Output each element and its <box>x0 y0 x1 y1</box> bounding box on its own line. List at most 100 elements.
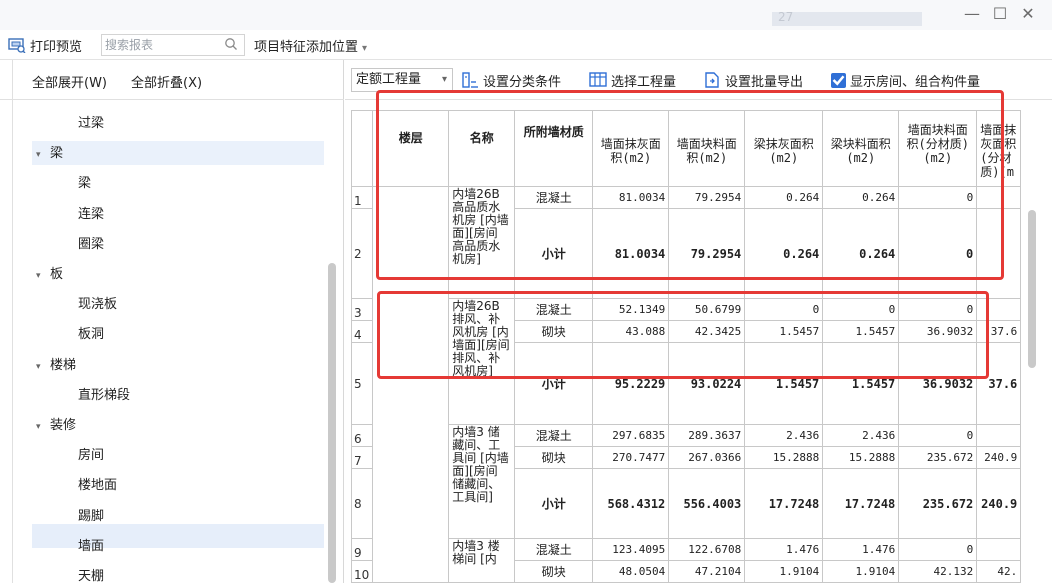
tree-item-label: 楼梯 <box>50 358 77 373</box>
batch-export-button[interactable]: 设置批量导出 <box>703 70 803 90</box>
quantity-type-select[interactable]: 定额工程量 ▾ <box>351 68 453 92</box>
left-strip <box>0 100 13 583</box>
set-classification-label: 设置分类条件 <box>483 74 562 90</box>
value-cell: 235.672 <box>898 468 978 539</box>
collapse-all-link[interactable]: 全部折叠(X) <box>131 72 202 91</box>
expand-all-link[interactable]: 全部展开(W) <box>32 72 107 91</box>
tree-group[interactable]: ▾ 梁 <box>36 142 63 166</box>
tree-item[interactable]: 楼地面 <box>78 474 117 498</box>
table-row[interactable]: 9 内墙3 楼梯间 [内 混凝土 123.4095 122.6708 1.476… <box>350 538 1022 583</box>
close-button[interactable]: ✕ <box>1016 2 1040 26</box>
tree-item[interactable]: 梁 <box>78 172 91 196</box>
value-cell: 37.6 <box>976 320 1022 343</box>
batch-export-label: 设置批量导出 <box>725 74 804 90</box>
chevron-down-icon[interactable]: ▾ <box>36 355 50 379</box>
row-number: 4 <box>350 320 374 343</box>
tree-item-label: 直形梯段 <box>78 388 131 403</box>
quantity-table: 楼层 名称 所附墙材质 墙面抹灰面积(m2) 墙面块料面积(m2) 梁抹灰面积(… <box>350 110 1022 583</box>
material-cell: 砌块 <box>514 446 594 469</box>
table-row[interactable]: 1 内墙26B 高品质水机房 [内墙面][房间 高品质水机房] 混凝土 81.0… <box>350 186 1022 583</box>
tree-item[interactable]: 房间 <box>78 444 104 468</box>
value-cell: 123.4095 <box>592 538 670 561</box>
value-cell <box>976 424 1022 447</box>
tree-item[interactable]: 天棚 <box>78 565 104 583</box>
value-cell: 37.6 <box>976 342 1022 425</box>
header-beam-plaster-area[interactable]: 梁抹灰面积(m2) <box>744 110 824 187</box>
header-wall-material[interactable]: 所附墙材质 <box>514 110 594 187</box>
header-floor[interactable]: 楼层 <box>372 110 450 187</box>
value-cell: 1.5457 <box>744 342 824 425</box>
tree-item-label: 圈梁 <box>78 237 105 252</box>
row-number: 2 <box>350 208 374 299</box>
grid-scrollbar[interactable] <box>1028 210 1036 368</box>
name-cell: 内墙26B 排风、补风机房 [内墙面][房间 排风、补风机房] <box>448 298 516 425</box>
value-cell: 47.2104 <box>668 560 746 583</box>
name-cell: 内墙3 楼梯间 [内 <box>448 538 516 583</box>
value-cell: 93.0224 <box>668 342 746 425</box>
chevron-down-icon[interactable]: ▾ <box>36 264 50 288</box>
chevron-down-icon: ▾ <box>441 74 447 85</box>
material-cell: 混凝土 <box>514 186 594 209</box>
feature-position-dropdown[interactable]: 项目特征添加位置 ▾ <box>254 36 367 55</box>
tree-item[interactable]: 踢脚 <box>78 505 104 529</box>
tree-group[interactable]: ▾ 装修 <box>36 414 76 438</box>
header-wall-plaster-area[interactable]: 墙面抹灰面积(m2) <box>592 110 670 187</box>
value-cell: 0.264 <box>744 208 824 299</box>
value-cell: 2.436 <box>744 424 824 447</box>
value-cell: 95.2229 <box>592 342 670 425</box>
value-cell: 1.5457 <box>822 320 900 343</box>
row-number: 6 <box>350 424 374 447</box>
tree-group[interactable]: ▾ 板 <box>36 263 63 287</box>
tree-controls: 全部展开(W) 全部折叠(X) <box>0 60 344 100</box>
value-cell: 267.0366 <box>668 446 746 469</box>
table-row[interactable]: 6 内墙3 储藏间、工具间 [内墙面][房间 储藏间、工具间] 混凝土 297.… <box>350 424 1022 539</box>
value-cell: 568.4312 <box>592 468 670 539</box>
tree-selection-highlight <box>32 524 324 548</box>
select-quantity-button[interactable]: 选择工程量 <box>589 70 676 90</box>
tree-item[interactable]: 现浇板 <box>78 293 117 317</box>
tree-item-label: 天棚 <box>78 569 105 583</box>
print-preview-button[interactable]: 打印预览 <box>8 35 82 55</box>
header-name[interactable]: 名称 <box>448 110 516 187</box>
tree-item[interactable]: 过梁 <box>78 112 104 136</box>
tree-group[interactable]: ▾ 楼梯 <box>36 354 76 378</box>
maximize-button[interactable]: ☐ <box>988 2 1012 26</box>
tree-scrollbar[interactable] <box>328 263 336 583</box>
table-header-row: 楼层 名称 所附墙材质 墙面抹灰面积(m2) 墙面块料面积(m2) 梁抹灰面积(… <box>350 110 1022 187</box>
value-cell: 0 <box>822 298 900 321</box>
header-beam-tile-area[interactable]: 梁块料面积(m2) <box>822 110 900 187</box>
row-number: 3 <box>350 298 374 321</box>
search-icon[interactable] <box>224 37 238 51</box>
table-row[interactable]: 3 内墙26B 排风、补风机房 [内墙面][房间 排风、补风机房] 混凝土 52… <box>350 298 1022 425</box>
value-cell: 556.4003 <box>668 468 746 539</box>
tree-item[interactable]: 直形梯段 <box>78 384 130 408</box>
value-cell: 0 <box>898 538 978 561</box>
tree-item-label: 墙面 <box>78 539 105 554</box>
tree-item[interactable]: 连梁 <box>78 203 104 227</box>
header-wall-tile-by-material[interactable]: 墙面块料面积(分材质)(m2) <box>898 110 978 187</box>
header-wall-tile-area[interactable]: 墙面块料面积(m2) <box>668 110 746 187</box>
value-cell: 81.0034 <box>592 208 670 299</box>
show-rooms-checkbox[interactable]: 显示房间、组合构件量 <box>831 70 980 90</box>
tree-item[interactable]: 墙面 <box>78 535 104 559</box>
print-preview-label: 打印预览 <box>30 39 83 55</box>
chevron-down-icon[interactable]: ▾ <box>36 143 50 167</box>
show-rooms-label: 显示房间、组合构件量 <box>850 74 981 90</box>
tree-item-label: 踢脚 <box>78 509 105 524</box>
title-ghost: 27 <box>772 10 922 26</box>
tree-item[interactable]: 圈梁 <box>78 233 104 257</box>
value-cell: 48.0504 <box>592 560 670 583</box>
tree-hover-highlight <box>32 141 324 165</box>
material-cell: 混凝土 <box>514 424 594 447</box>
chevron-down-icon[interactable]: ▾ <box>36 415 50 439</box>
minimize-button[interactable]: — <box>960 2 984 26</box>
material-cell: 小计 <box>514 208 594 299</box>
value-cell: 0 <box>744 298 824 321</box>
header-corner <box>350 110 374 187</box>
header-wall-plaster-by-material[interactable]: 墙面抹灰面积(分材质)(m <box>976 110 1022 187</box>
report-grid: 楼层 名称 所附墙材质 墙面抹灰面积(m2) 墙面块料面积(m2) 梁抹灰面积(… <box>345 100 1052 583</box>
tree-item[interactable]: 板洞 <box>78 323 104 347</box>
report-search-input[interactable] <box>105 35 223 55</box>
set-classification-button[interactable]: 设置分类条件 <box>461 70 561 90</box>
value-cell: 1.5457 <box>822 342 900 425</box>
